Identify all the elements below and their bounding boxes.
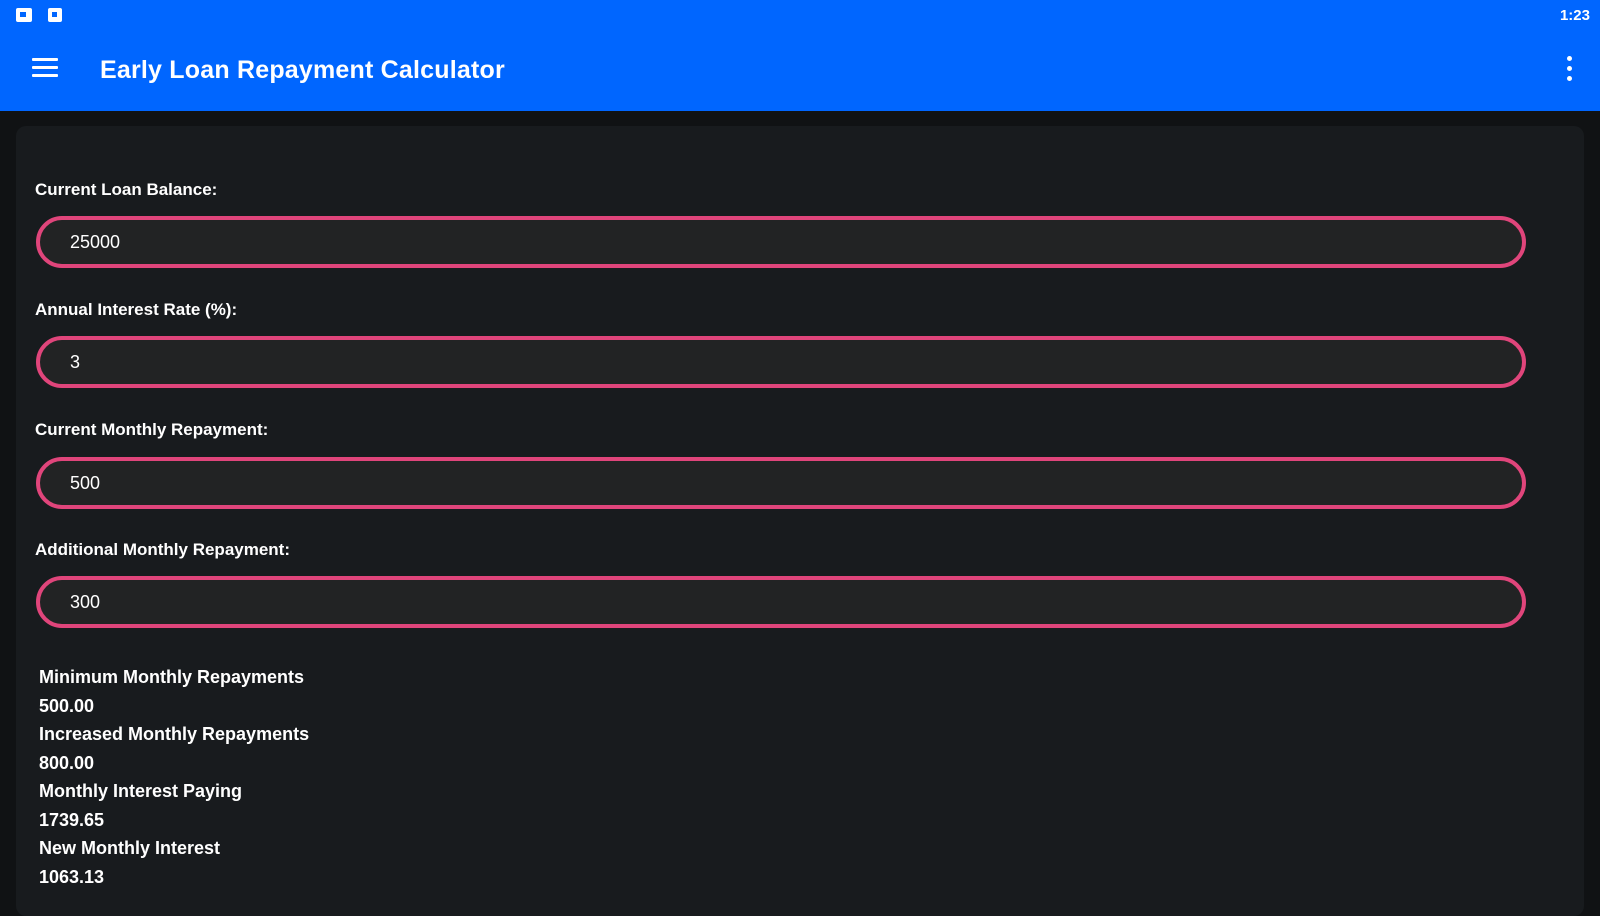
result-value-new-monthly-interest: 1063.13 bbox=[39, 866, 105, 887]
hamburger-menu-icon[interactable] bbox=[32, 58, 58, 80]
interest-rate-label: Annual Interest Rate (%): bbox=[35, 300, 238, 319]
result-label-minimum-repayments: Minimum Monthly Repayments bbox=[39, 667, 305, 687]
notification-square-icon bbox=[48, 8, 62, 22]
interest-rate-input[interactable] bbox=[36, 336, 1526, 388]
notification-image-icon bbox=[16, 8, 32, 22]
result-label-new-monthly-interest: New Monthly Interest bbox=[39, 838, 221, 858]
result-value-minimum-repayments: 500.00 bbox=[39, 695, 95, 716]
monthly-repayment-label: Current Monthly Repayment: bbox=[35, 420, 269, 439]
calculator-card: Current Loan Balance: Annual Interest Ra… bbox=[16, 126, 1584, 916]
app-bar: Early Loan Repayment Calculator bbox=[0, 32, 1600, 111]
loan-balance-input[interactable] bbox=[36, 216, 1526, 268]
status-time: 1:23 bbox=[1559, 7, 1590, 24]
status-bar: 1:23 bbox=[0, 0, 1600, 32]
result-label-monthly-interest: Monthly Interest Paying bbox=[39, 781, 243, 801]
more-vert-icon[interactable] bbox=[1564, 54, 1574, 84]
result-value-monthly-interest: 1739.65 bbox=[39, 809, 105, 830]
app-title: Early Loan Repayment Calculator bbox=[100, 56, 505, 84]
monthly-repayment-input[interactable] bbox=[36, 457, 1526, 509]
result-label-increased-repayments: Increased Monthly Repayments bbox=[39, 724, 310, 744]
additional-repayment-label: Additional Monthly Repayment: bbox=[35, 540, 290, 559]
result-value-increased-repayments: 800.00 bbox=[39, 752, 95, 773]
additional-repayment-input[interactable] bbox=[36, 576, 1526, 628]
results-list: Minimum Monthly Repayments 500.00 Increa… bbox=[39, 663, 309, 891]
loan-balance-label: Current Loan Balance: bbox=[35, 180, 218, 199]
